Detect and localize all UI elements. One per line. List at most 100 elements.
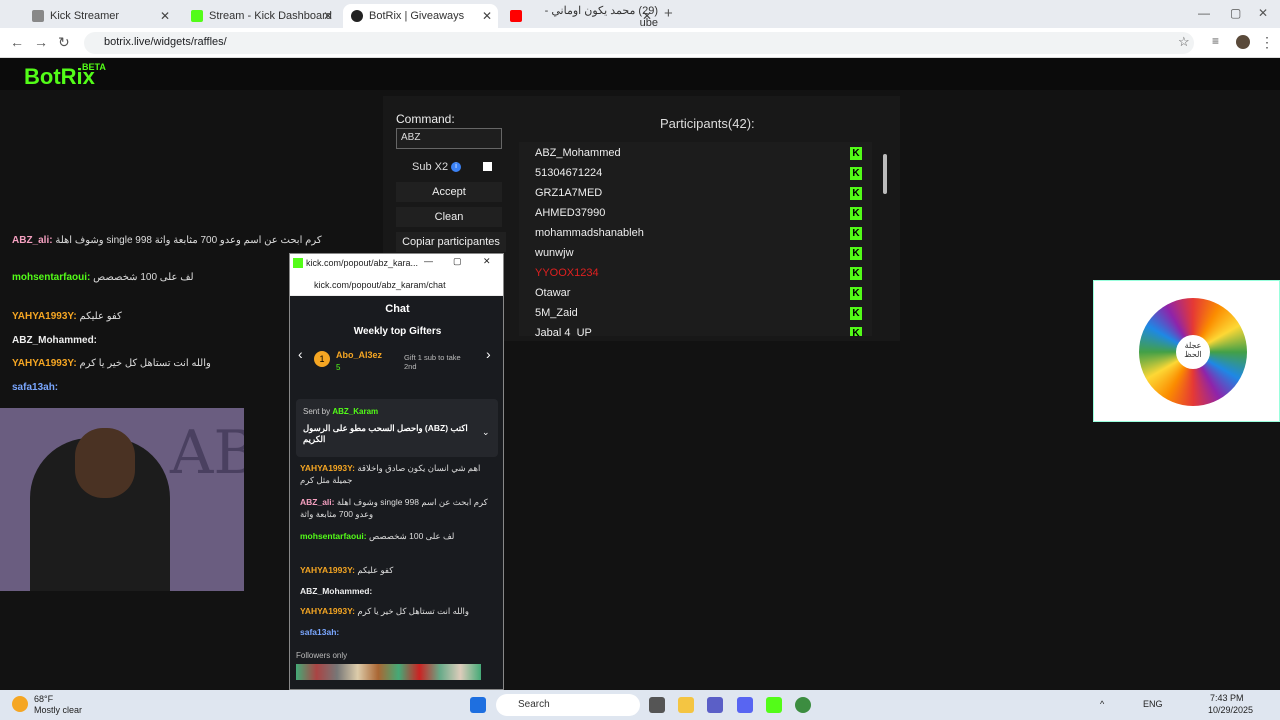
tray-chevron-icon[interactable]: ^: [1100, 699, 1104, 709]
command-input[interactable]: ABZ: [396, 128, 502, 149]
pinned-sent-by: Sent by ABZ_Karam: [303, 407, 379, 416]
botrix-logo[interactable]: BotRix BETA: [24, 62, 106, 90]
tab-botrix-giveaways[interactable]: BotRix | Giveaways ✕: [343, 4, 498, 28]
kick-icon: K: [850, 267, 862, 280]
clock-time[interactable]: 7:43 PM: [1210, 693, 1244, 703]
discord-icon[interactable]: [737, 697, 753, 713]
info-icon[interactable]: i: [451, 162, 461, 172]
expand-chevron-icon[interactable]: ⌄: [482, 427, 490, 438]
participants-list: ABZ_Mohammed K 51304671224 K GRZ1A7MED K AH…: [519, 142, 872, 336]
minimize-icon[interactable]: —: [1198, 6, 1210, 20]
browser-tab-bar: Kick Streamer ✕ Stream - Kick Dashboard ✕ …: [0, 0, 1280, 29]
participant-name: ABZ_Mohammed: [535, 147, 621, 159]
close-window-icon[interactable]: ✕: [1258, 6, 1268, 20]
tab-kick-dashboard[interactable]: Stream - Kick Dashboard ✕: [183, 4, 339, 28]
close-icon[interactable]: ✕: [483, 256, 491, 267]
close-tab-icon[interactable]: ✕: [642, 9, 652, 23]
close-tab-icon[interactable]: ✕: [160, 9, 170, 23]
botrix-site: BotRix BETA Command: ABZ Sub X2 i Accept …: [0, 58, 1280, 690]
prize-wheel[interactable]: عجلة الحظ: [1139, 298, 1247, 406]
weather-desc: Mostly clear: [34, 705, 83, 715]
botrix-favicon: [351, 10, 363, 22]
kick-icon: K: [850, 227, 862, 240]
chat-popout-window: kick.com/popout/abz_kara... — ▢ ✕ kick.c…: [289, 253, 504, 690]
reload-icon[interactable]: ↻: [58, 34, 70, 51]
new-tab-button[interactable]: +: [664, 5, 673, 22]
taskbar-search[interactable]: Search: [496, 694, 640, 716]
minimize-icon[interactable]: —: [424, 256, 433, 266]
pinned-message[interactable]: Sent by ABZ_Karam واحصل السحب مطو على ال…: [296, 399, 498, 457]
accept-button[interactable]: Accept: [396, 182, 502, 202]
back-icon[interactable]: ←: [10, 34, 24, 50]
stream-chat-message: YAHYA1993Y: كفو عليكم: [12, 311, 122, 322]
task-view-icon[interactable]: [649, 697, 665, 713]
next-arrow-icon[interactable]: ›: [486, 346, 491, 362]
chat-message: ABZ_Mohammed:: [300, 586, 373, 596]
language-indicator[interactable]: ENG: [1143, 699, 1163, 709]
kick-icon: K: [850, 307, 862, 320]
popup-url: kick.com/popout/abz_karam/chat: [290, 274, 503, 296]
close-tab-icon[interactable]: ✕: [482, 9, 492, 23]
sub-x2-label: Sub X2: [412, 161, 449, 173]
top-gifter-name: Abo_Al3ez: [336, 350, 383, 360]
participants-scrollbar[interactable]: [881, 142, 889, 336]
close-tab-icon[interactable]: ✕: [323, 9, 333, 23]
kick-icon: K: [850, 187, 862, 200]
stream-chat-message: mohsentarfaoui: لف على 100 شخصصص: [12, 272, 194, 283]
chat-panel: Chat Weekly top Gifters ‹ 1 Abo_Al3ez 5 …: [290, 296, 503, 689]
tab-kick-streamer[interactable]: Kick Streamer ✕: [24, 4, 176, 28]
profile-avatar[interactable]: [1236, 35, 1250, 49]
participant-name: mohammadshanableh: [535, 227, 644, 239]
command-label: Command:: [396, 112, 455, 126]
chat-message: YAHYA1993Y: كفو عليكم: [300, 565, 394, 575]
kick-favicon: [191, 10, 203, 22]
bookmark-star-icon[interactable]: ☆: [1178, 34, 1190, 50]
tab-favicon: [32, 10, 44, 22]
wall-logo: ABZ: [170, 418, 244, 488]
forward-icon[interactable]: →: [34, 34, 48, 50]
file-explorer-icon[interactable]: [678, 697, 694, 713]
prev-arrow-icon[interactable]: ‹: [298, 346, 303, 362]
media-control-icon[interactable]: ≡: [1212, 34, 1219, 48]
kick-app-icon[interactable]: [766, 697, 782, 713]
webcam-feed: ABZ: [0, 408, 244, 591]
sub-x2-checkbox[interactable]: [483, 162, 492, 171]
participants-title: Participants(42):: [660, 116, 755, 131]
maximize-icon[interactable]: ▢: [453, 256, 462, 267]
rank-badge-icon: 1: [314, 351, 330, 367]
browser-menu-icon[interactable]: ⋮: [1260, 34, 1274, 51]
tab-youtube[interactable]: (29) محمد يكون اوماني - ube ✕: [502, 4, 658, 29]
participant-name: wunwjw: [535, 247, 574, 259]
participant-name: GRZ1A7MED: [535, 187, 603, 199]
chrome-icon[interactable]: [795, 697, 811, 713]
chat-header: Chat: [385, 303, 410, 315]
beta-badge: BETA: [82, 62, 106, 72]
teams-icon[interactable]: [707, 697, 723, 713]
url-field[interactable]: botrix.live/widgets/raffles/: [84, 32, 1194, 54]
participant-name: Jabal 4_UP: [535, 327, 592, 336]
participant-name-highlighted: YYOOX1234: [535, 267, 599, 279]
gifters-title: Weekly top Gifters: [353, 326, 442, 337]
weather-icon[interactable]: [12, 696, 28, 712]
scrollbar-thumb[interactable]: [883, 154, 887, 194]
participant-name: 5M_Zaid: [535, 307, 578, 319]
prize-wheel-widget: عجلة الحظ: [1093, 280, 1280, 422]
kick-icon: K: [850, 147, 862, 160]
gift-hint: Gift 1 sub to take 2nd: [404, 353, 461, 371]
stream-chat-message: ABZ_Mohammed:: [12, 335, 98, 346]
kick-icon: K: [850, 167, 862, 180]
chat-message: mohsentarfaoui: لف على 100 شخصصص: [300, 531, 455, 541]
stream-chat-message: safa13ah:: [12, 382, 59, 393]
maximize-icon[interactable]: ▢: [1230, 6, 1241, 20]
emote-bar[interactable]: [296, 664, 481, 680]
windows-start-icon[interactable]: [470, 697, 486, 713]
clean-button[interactable]: Clean: [396, 207, 502, 227]
participant-name: 51304671224: [535, 167, 603, 179]
windows-taskbar: 68°F Mostly clear Search ^ ENG 7:43 PM 1…: [0, 690, 1280, 720]
kick-icon: K: [850, 287, 862, 300]
youtube-favicon: [510, 10, 522, 22]
kick-icon: K: [850, 207, 862, 220]
copy-participants-button[interactable]: Copiar participantes: [396, 232, 506, 252]
clock-date[interactable]: 10/29/2025: [1208, 705, 1253, 715]
chat-message: YAHYA1993Y: اهم شي انسان يكون صادق واخلا…: [300, 463, 481, 485]
